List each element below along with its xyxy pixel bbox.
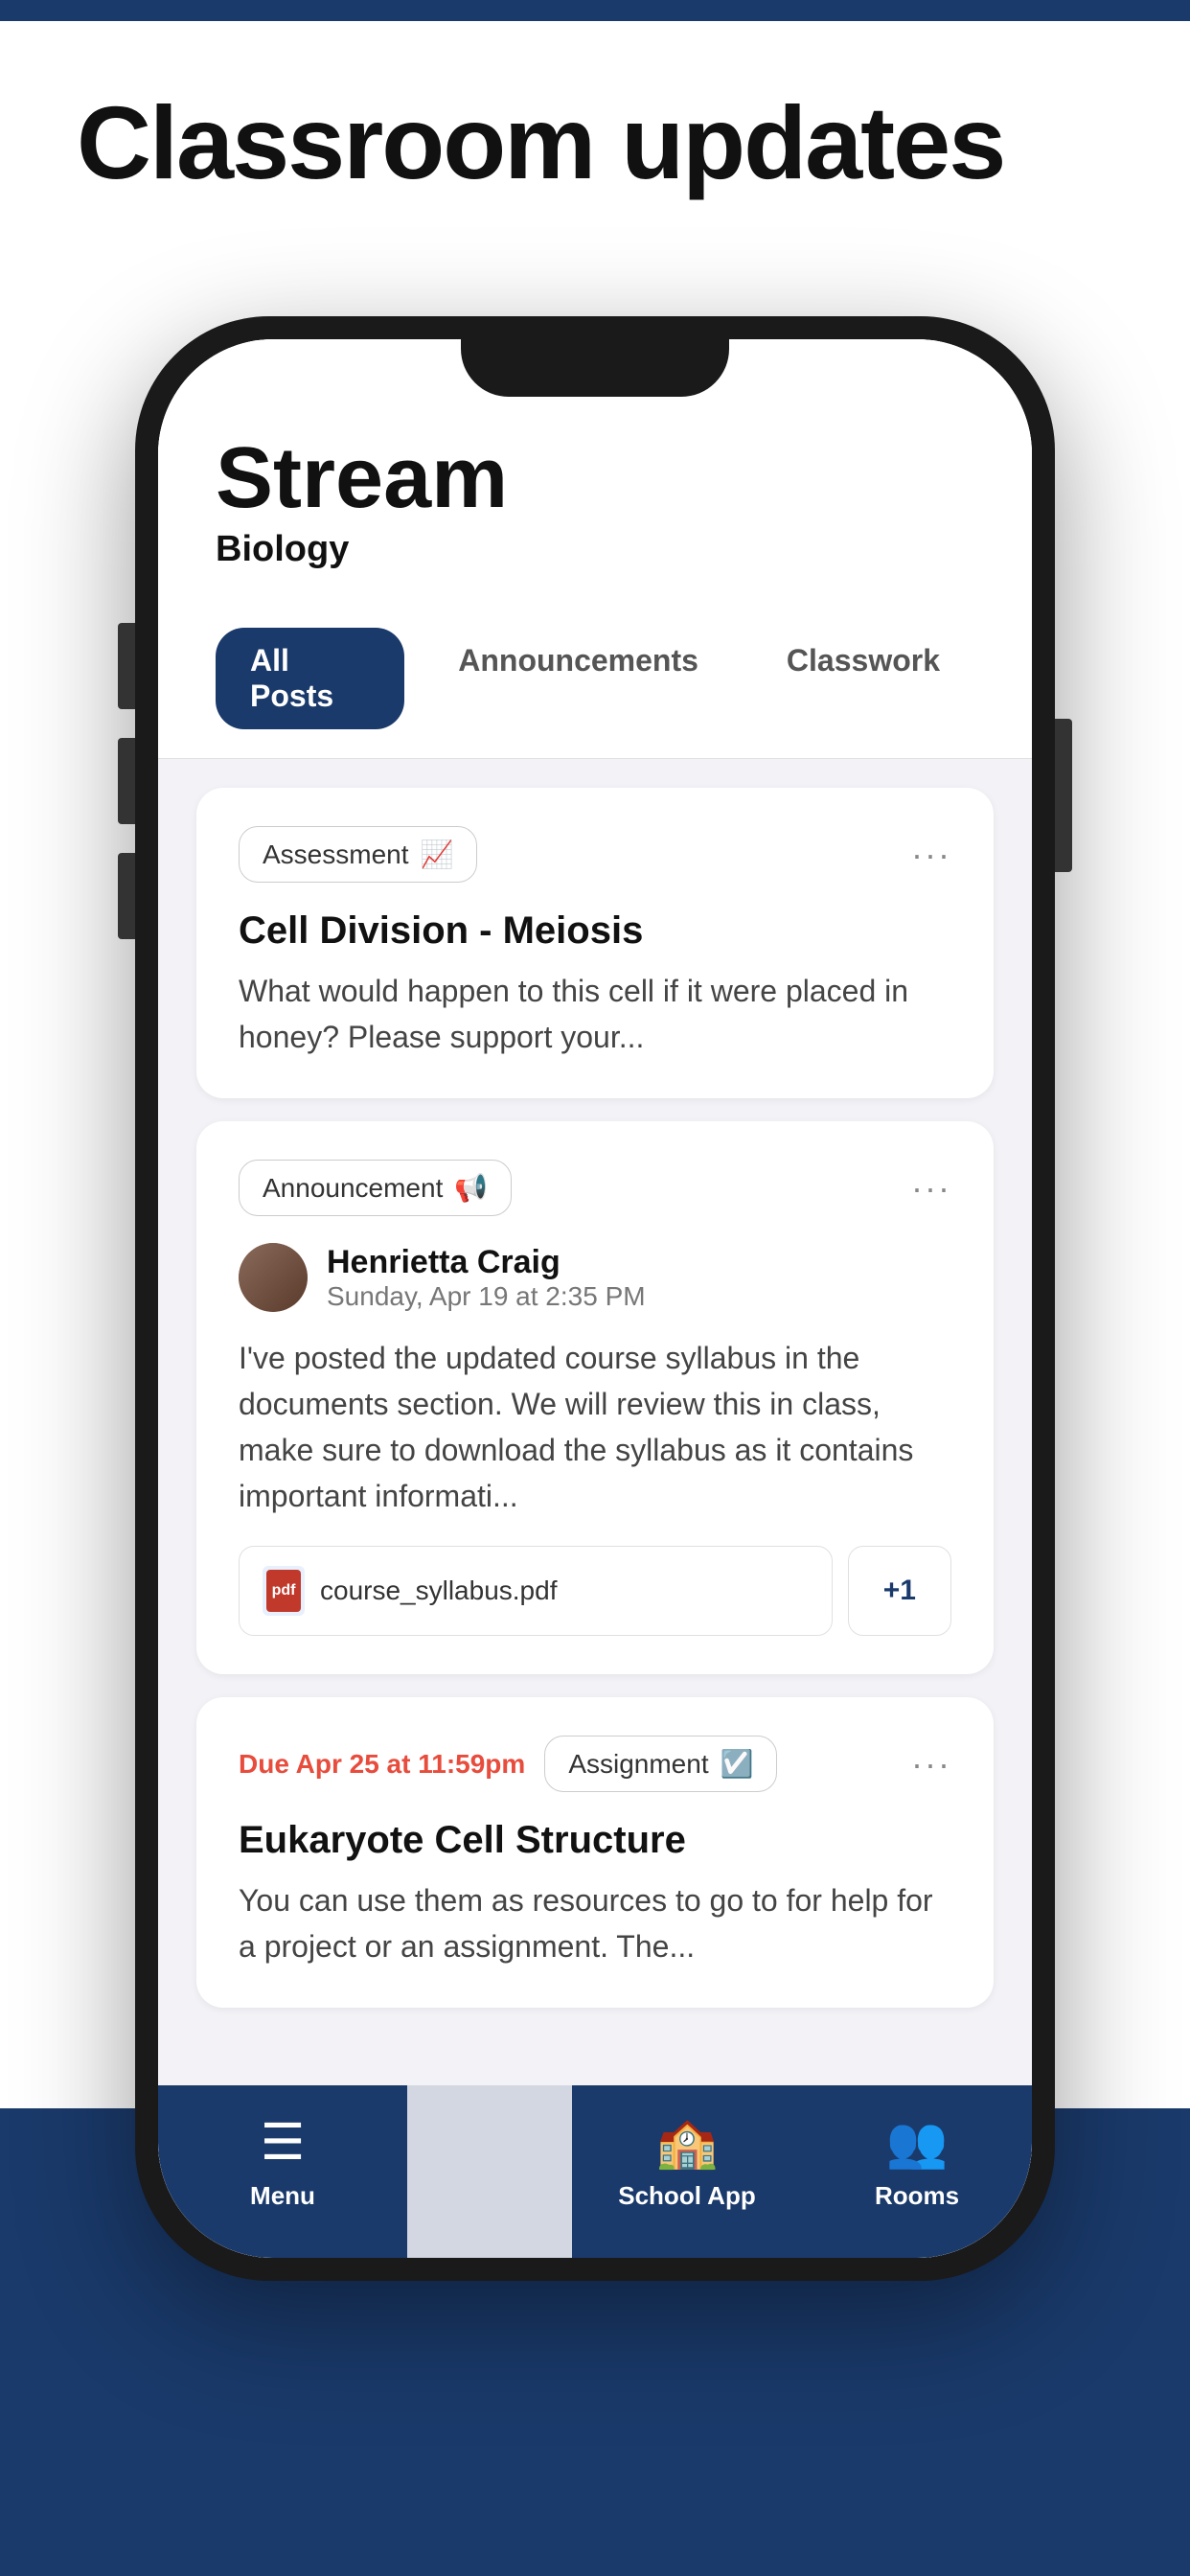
avatar-image bbox=[239, 1243, 308, 1312]
menu-nav-button[interactable]: ☰ Menu bbox=[158, 2085, 407, 2258]
page-title: Classroom updates bbox=[77, 86, 1004, 200]
avatar bbox=[239, 1243, 308, 1312]
assessment-card[interactable]: Assessment 📈 ··· Cell Division - Meiosis… bbox=[196, 788, 994, 1098]
attachment-more[interactable]: +1 bbox=[848, 1546, 951, 1636]
school-app-nav-label: School App bbox=[618, 2181, 755, 2211]
screen-content: Stream Biology All Posts Announcements C… bbox=[158, 339, 1032, 2258]
tab-bar: All Posts Announcements Classwork bbox=[158, 599, 1032, 759]
card-top-row-2: Announcement 📢 ··· bbox=[239, 1160, 951, 1216]
cards-area: Assessment 📈 ··· Cell Division - Meiosis… bbox=[158, 759, 1032, 2036]
assessment-badge-label: Assessment bbox=[263, 840, 409, 870]
phone-notch bbox=[461, 339, 729, 397]
assignment-icon: ☑️ bbox=[721, 1748, 754, 1780]
attachment-row: pdf course_syllabus.pdf +1 bbox=[239, 1546, 951, 1636]
attachment-filename: course_syllabus.pdf bbox=[320, 1576, 557, 1606]
card-top-meta: Due Apr 25 at 11:59pm Assignment ☑️ bbox=[239, 1736, 777, 1792]
assignment-card-title: Eukaryote Cell Structure bbox=[239, 1819, 951, 1862]
top-bar bbox=[0, 0, 1190, 21]
pdf-icon: pdf bbox=[263, 1566, 305, 1616]
author-info: Henrietta Craig Sunday, Apr 19 at 2:35 P… bbox=[327, 1244, 646, 1312]
side-button-right bbox=[1055, 719, 1072, 872]
due-date-badge: Due Apr 25 at 11:59pm bbox=[239, 1749, 525, 1780]
announcement-badge-label: Announcement bbox=[263, 1173, 443, 1204]
card-top-row-3: Due Apr 25 at 11:59pm Assignment ☑️ ··· bbox=[239, 1736, 951, 1792]
author-date: Sunday, Apr 19 at 2:35 PM bbox=[327, 1281, 646, 1312]
assignment-badge: Assignment ☑️ bbox=[544, 1736, 777, 1792]
assignment-card[interactable]: Due Apr 25 at 11:59pm Assignment ☑️ ··· … bbox=[196, 1697, 994, 2008]
card-top-row: Assessment 📈 ··· bbox=[239, 826, 951, 883]
rooms-nav-button[interactable]: 👥 Rooms bbox=[802, 2085, 1032, 2258]
tab-all-posts[interactable]: All Posts bbox=[216, 628, 404, 729]
announcement-icon: 📢 bbox=[454, 1172, 488, 1204]
phone-mockup: Stream Biology All Posts Announcements C… bbox=[135, 316, 1055, 2281]
attachment-file[interactable]: pdf course_syllabus.pdf bbox=[239, 1546, 833, 1636]
stream-subtitle: Biology bbox=[216, 529, 974, 570]
school-app-icon: 🏫 bbox=[656, 2113, 719, 2172]
bottom-nav: ☰ Menu 🏫 School App 👥 Rooms bbox=[158, 2085, 1032, 2258]
side-button-3 bbox=[118, 853, 135, 939]
more-options-icon[interactable]: ··· bbox=[911, 835, 951, 875]
more-options-icon-3[interactable]: ··· bbox=[911, 1744, 951, 1784]
announcement-badge: Announcement 📢 bbox=[239, 1160, 512, 1216]
more-options-icon-2[interactable]: ··· bbox=[911, 1168, 951, 1208]
tab-announcements[interactable]: Announcements bbox=[423, 628, 733, 729]
tab-classwork[interactable]: Classwork bbox=[752, 628, 974, 729]
menu-icon: ☰ bbox=[261, 2114, 306, 2172]
assessment-card-body: What would happen to this cell if it wer… bbox=[239, 968, 951, 1060]
school-app-nav-button[interactable]: 🏫 School App bbox=[572, 2085, 802, 2258]
assessment-card-title: Cell Division - Meiosis bbox=[239, 909, 951, 953]
assessment-icon: 📈 bbox=[421, 839, 454, 870]
side-button bbox=[118, 623, 135, 709]
phone-screen: Stream Biology All Posts Announcements C… bbox=[158, 339, 1032, 2258]
author-row: Henrietta Craig Sunday, Apr 19 at 2:35 P… bbox=[239, 1243, 951, 1312]
side-button-2 bbox=[118, 738, 135, 824]
rooms-icon: 👥 bbox=[886, 2113, 949, 2172]
announcement-card-body: I've posted the updated course syllabus … bbox=[239, 1335, 951, 1519]
pdf-icon-inner: pdf bbox=[266, 1570, 301, 1612]
phone-outer: Stream Biology All Posts Announcements C… bbox=[135, 316, 1055, 2281]
assignment-badge-label: Assignment bbox=[568, 1749, 708, 1780]
assignment-card-body: You can use them as resources to go to f… bbox=[239, 1877, 951, 1969]
author-name: Henrietta Craig bbox=[327, 1244, 646, 1281]
menu-nav-label: Menu bbox=[250, 2181, 315, 2211]
assessment-badge: Assessment 📈 bbox=[239, 826, 477, 883]
stream-title: Stream bbox=[216, 435, 974, 521]
rooms-nav-label: Rooms bbox=[875, 2181, 959, 2211]
announcement-card[interactable]: Announcement 📢 ··· Henrietta Craig bbox=[196, 1121, 994, 1674]
nav-spacer bbox=[407, 2085, 572, 2258]
